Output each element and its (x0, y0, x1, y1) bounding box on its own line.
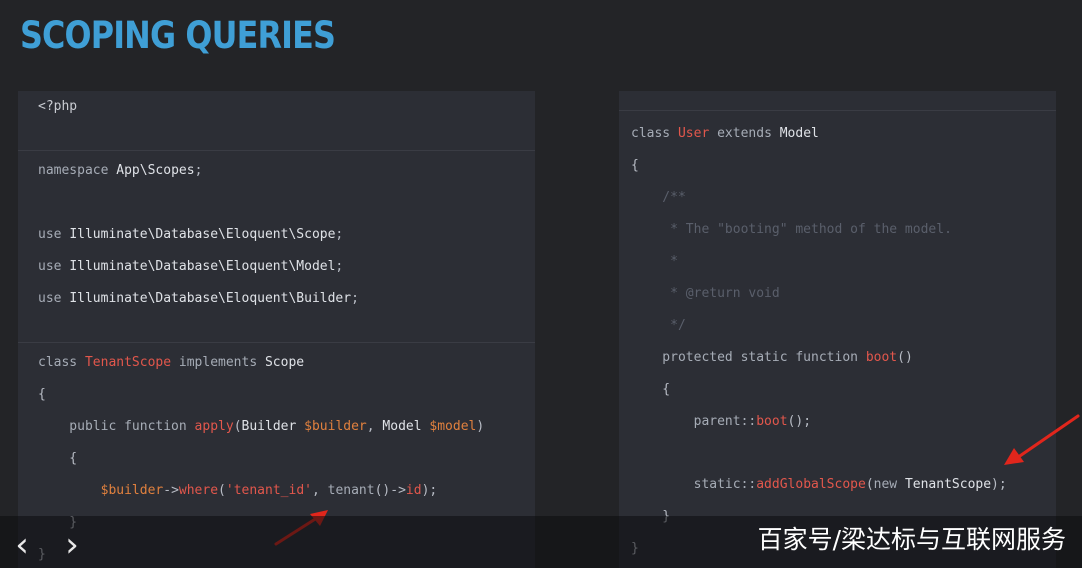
code-token: Model (779, 126, 819, 141)
code-line: class TenantScope implements Scope (38, 354, 304, 372)
code-token: class (38, 355, 85, 370)
code-line: protected static function boot() (631, 349, 913, 367)
code-token: $builder (304, 419, 367, 434)
code-panel-user-model: class User extends Model { /** * The "bo… (619, 91, 1056, 568)
code-token: Model (382, 419, 430, 434)
code-token: use (38, 291, 70, 306)
code-line: $builder->where('tenant_id', tenant()->i… (38, 482, 438, 500)
code-line: <?php (38, 98, 77, 116)
code-token: { (631, 158, 639, 173)
code-token: ) (476, 419, 485, 434)
code-line: class User extends Model (631, 125, 819, 143)
code-token: id (405, 483, 422, 498)
code-line: use Illuminate\Database\Eloquent\Scope; (38, 226, 343, 244)
code-line: parent::boot(); (631, 413, 811, 431)
code-panel-tenant-scope: <?php namespace App\Scopes; use Illumina… (18, 91, 535, 568)
code-line: public function apply(Builder $builder, … (38, 418, 484, 436)
code-token: -> (163, 483, 179, 498)
code-token: protected static function (631, 350, 866, 365)
code-line: use Illuminate\Database\Eloquent\Model; (38, 258, 343, 276)
code-token: $model (429, 419, 477, 434)
code-token: { (631, 382, 671, 397)
code-token: ); (421, 483, 438, 498)
code-token: * The "booting" method of the model. (631, 222, 952, 237)
code-token: where (178, 483, 219, 498)
code-token: ); (991, 477, 1007, 492)
code-line: namespace App\Scopes; (38, 162, 202, 180)
code-line: { (38, 386, 46, 404)
code-line: /** (631, 189, 686, 207)
code-token: implements (171, 355, 265, 370)
code-token: ; (351, 291, 359, 306)
code-token: () (897, 350, 913, 365)
code-line: { (38, 450, 77, 468)
code-line: static::addGlobalScope(new TenantScope); (631, 476, 1007, 494)
code-token: User (677, 126, 710, 141)
code-token: class (631, 126, 678, 141)
code-token: Builder (241, 419, 305, 434)
code-token: apply (194, 419, 234, 434)
code-token: ( (218, 483, 226, 498)
code-token: namespace (38, 163, 117, 178)
code-token: * (631, 254, 678, 269)
code-token: TenantScope (84, 355, 172, 370)
code-token: use (38, 227, 70, 242)
code-token: /** (631, 190, 686, 205)
code-token: (); (787, 414, 812, 429)
code-token: <?php (38, 99, 78, 114)
code-token: Illuminate\Database\Eloquent\Builder (69, 291, 352, 306)
code-divider (18, 342, 535, 343)
code-token: Illuminate\Database\Eloquent\Model (69, 259, 336, 274)
code-line: { (631, 381, 670, 399)
code-token: , (311, 483, 328, 498)
code-token: ; (194, 163, 203, 178)
code-token: ( (233, 419, 242, 434)
code-line: * (631, 253, 678, 271)
code-divider (619, 110, 1056, 111)
code-token: tenant (327, 483, 375, 498)
code-token: * @return void (631, 286, 780, 301)
code-token: ; (335, 227, 344, 242)
code-token: TenantScope (904, 477, 992, 492)
code-token: static:: (631, 477, 757, 492)
code-token: boot (756, 414, 788, 429)
code-token: ()-> (374, 483, 406, 498)
chevron-left-icon[interactable]: ‹ (8, 528, 36, 562)
code-token: parent:: (631, 414, 757, 429)
code-token: , (366, 419, 383, 434)
chevron-right-icon[interactable]: › (58, 528, 86, 562)
code-token: ( (865, 477, 874, 492)
code-token: public function (38, 419, 195, 434)
code-line: * The "booting" method of the model. (631, 221, 952, 239)
watermark-text: 百家号/梁达标与互联网服务 (757, 525, 1066, 554)
code-token: 'tenant_id' (225, 483, 312, 498)
code-token: extends (709, 126, 780, 141)
code-divider (18, 150, 535, 151)
code-token: addGlobalScope (756, 477, 866, 492)
code-token: boot (865, 350, 898, 365)
code-token: Illuminate\Database\Eloquent\Scope (69, 227, 336, 242)
red-arrow-annotation (1004, 414, 1080, 465)
code-line: { (631, 157, 639, 175)
code-token: Scope (264, 355, 305, 370)
code-token: { (38, 451, 78, 466)
code-token: use (38, 259, 70, 274)
code-token: new (873, 477, 905, 492)
code-token: */ (631, 318, 686, 333)
slide-title: SCOPING QUERIES (20, 14, 336, 57)
code-token: $builder (100, 483, 164, 498)
code-line: */ (631, 317, 686, 335)
code-line: * @return void (631, 285, 780, 303)
code-token: App\Scopes (116, 163, 195, 178)
code-token: ; (335, 259, 344, 274)
code-line: use Illuminate\Database\Eloquent\Builder… (38, 290, 359, 308)
code-token: { (38, 387, 46, 402)
